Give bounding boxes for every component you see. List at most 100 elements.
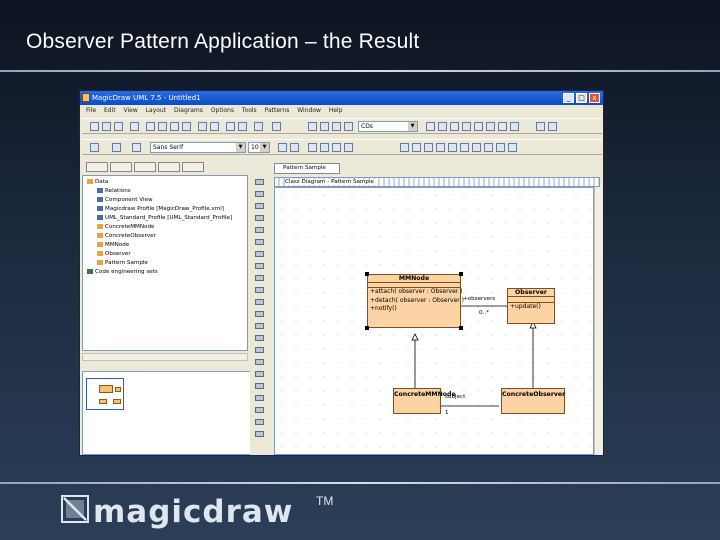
undo-icon[interactable] — [254, 122, 263, 131]
text-tool-icon[interactable] — [255, 431, 264, 437]
close-button[interactable]: x — [589, 93, 600, 103]
selection-handle[interactable] — [365, 326, 369, 330]
zoom-in-icon[interactable] — [320, 122, 329, 131]
menu-diagrams[interactable]: Diagrams — [174, 107, 203, 114]
link-icon[interactable] — [424, 143, 433, 152]
note-tool-icon[interactable] — [255, 227, 264, 233]
class-icon[interactable] — [400, 143, 409, 152]
realization-tool-icon[interactable] — [255, 287, 264, 293]
tab-pattern-sample[interactable]: Pattern Sample — [274, 163, 340, 174]
association-tool-icon[interactable] — [255, 239, 264, 245]
print-icon[interactable] — [130, 122, 139, 131]
signal-tool-icon[interactable] — [255, 407, 264, 413]
diagram-canvas[interactable]: MMNode +attach( observer : Observer ) +d… — [274, 187, 594, 455]
note-icon[interactable] — [436, 143, 445, 152]
symbol-icon[interactable] — [448, 143, 457, 152]
zoom-overview[interactable] — [82, 371, 270, 455]
properties-icon[interactable] — [210, 122, 219, 131]
tree-item[interactable]: Data — [87, 178, 108, 187]
tree-item[interactable]: Observer — [97, 250, 131, 259]
menu-file[interactable]: File — [86, 107, 96, 114]
cut-icon[interactable] — [146, 122, 155, 131]
distribute-icon[interactable] — [498, 122, 507, 131]
line-style-icon[interactable] — [308, 143, 317, 152]
layout-options-icon[interactable] — [548, 122, 557, 131]
align-right-icon[interactable] — [450, 122, 459, 131]
dependency-tool-icon[interactable] — [255, 299, 264, 305]
bold-icon[interactable] — [278, 143, 287, 152]
new-icon[interactable] — [90, 122, 99, 131]
pen-color-icon[interactable] — [112, 143, 121, 152]
align-top-icon[interactable] — [462, 122, 471, 131]
paste-icon[interactable] — [170, 122, 179, 131]
menu-options[interactable]: Options — [211, 107, 234, 114]
tree-item[interactable]: Code engineering sets — [87, 268, 158, 277]
menu-view[interactable]: View — [124, 107, 138, 114]
interface-icon[interactable] — [412, 143, 421, 152]
generalization-tool-icon[interactable] — [255, 275, 264, 281]
clock-icon[interactable] — [508, 143, 517, 152]
aggregation-tool-icon[interactable] — [255, 251, 264, 257]
zoom-icon[interactable] — [308, 122, 317, 131]
tree-item[interactable]: Component View — [97, 196, 153, 205]
zoom-out-icon[interactable] — [332, 122, 341, 131]
containment-tool-icon[interactable] — [255, 347, 264, 353]
ungroup-icon[interactable] — [496, 143, 505, 152]
canvas-vertical-scrollbar[interactable] — [594, 187, 602, 455]
constraint-icon[interactable] — [472, 143, 481, 152]
path-style-icon[interactable] — [320, 143, 329, 152]
menu-tools[interactable]: Tools — [242, 107, 257, 114]
tab-inheritance[interactable] — [110, 162, 132, 172]
font-combo[interactable]: Sans Serif ▼ — [150, 142, 246, 153]
align-middle-icon[interactable] — [474, 122, 483, 131]
tab-extensions[interactable] — [182, 162, 204, 172]
font-size-combo[interactable]: 10 ▼ — [248, 142, 270, 153]
exception-tool-icon[interactable] — [255, 419, 264, 425]
tree-item[interactable]: ConcreteObserver — [97, 232, 156, 241]
open-icon[interactable] — [102, 122, 111, 131]
anchor-tool-icon[interactable] — [255, 335, 264, 341]
delete-icon[interactable] — [182, 122, 191, 131]
align-bottom-icon[interactable] — [486, 122, 495, 131]
tree-horizontal-scrollbar[interactable] — [82, 353, 248, 361]
menu-patterns[interactable]: Patterns — [265, 107, 290, 114]
tree-item[interactable]: UML_Standard_Profile [UML_Standard_Profi… — [97, 214, 232, 223]
minimize-button[interactable]: _ — [563, 93, 574, 103]
copy-icon[interactable] — [158, 122, 167, 131]
tree-item[interactable]: MMNode — [97, 241, 129, 250]
tab-search[interactable] — [134, 162, 156, 172]
chevron-down-icon[interactable]: ▼ — [236, 143, 245, 152]
link-tool-icon[interactable] — [255, 323, 264, 329]
selection-handle[interactable] — [365, 272, 369, 276]
tab-containment[interactable] — [86, 162, 108, 172]
italic-icon[interactable] — [290, 143, 299, 152]
select-tool-icon[interactable] — [255, 179, 264, 185]
same-size-icon[interactable] — [510, 122, 519, 131]
template-tool-icon[interactable] — [255, 371, 264, 377]
menu-layout[interactable]: Layout — [146, 107, 166, 114]
apply-icon[interactable] — [198, 122, 207, 131]
window-titlebar[interactable]: MagicDraw UML 7.5 - Untitled1 _ □ x — [80, 91, 603, 105]
group-icon[interactable] — [484, 143, 493, 152]
align-center-icon[interactable] — [438, 122, 447, 131]
rectilinear-icon[interactable] — [332, 143, 341, 152]
tab-diagrams[interactable] — [158, 162, 180, 172]
save-icon[interactable] — [114, 122, 123, 131]
package-icon[interactable] — [226, 122, 235, 131]
nesting-tool-icon[interactable] — [255, 359, 264, 365]
tree-item[interactable]: Magicdraw Profile [MagicDraw_Profile.xml… — [97, 205, 224, 214]
selection-handle[interactable] — [459, 272, 463, 276]
selection-handle[interactable] — [459, 326, 463, 330]
zoom-combo[interactable]: CDs ▼ — [358, 121, 418, 132]
tree-item[interactable]: ConcreteMMNode — [97, 223, 154, 232]
tree-item[interactable]: Pattern Sample — [97, 259, 148, 268]
class-mmnode[interactable]: MMNode +attach( observer : Observer ) +d… — [367, 274, 464, 328]
oblique-icon[interactable] — [344, 143, 353, 152]
tree-item[interactable]: Relations — [97, 187, 131, 196]
redo-icon[interactable] — [272, 122, 281, 131]
overview-viewport[interactable] — [86, 378, 124, 410]
menu-help[interactable]: Help — [329, 107, 343, 114]
interface-tool-icon[interactable] — [255, 203, 264, 209]
chevron-down-icon[interactable]: ▼ — [408, 122, 417, 131]
menu-edit[interactable]: Edit — [104, 107, 116, 114]
